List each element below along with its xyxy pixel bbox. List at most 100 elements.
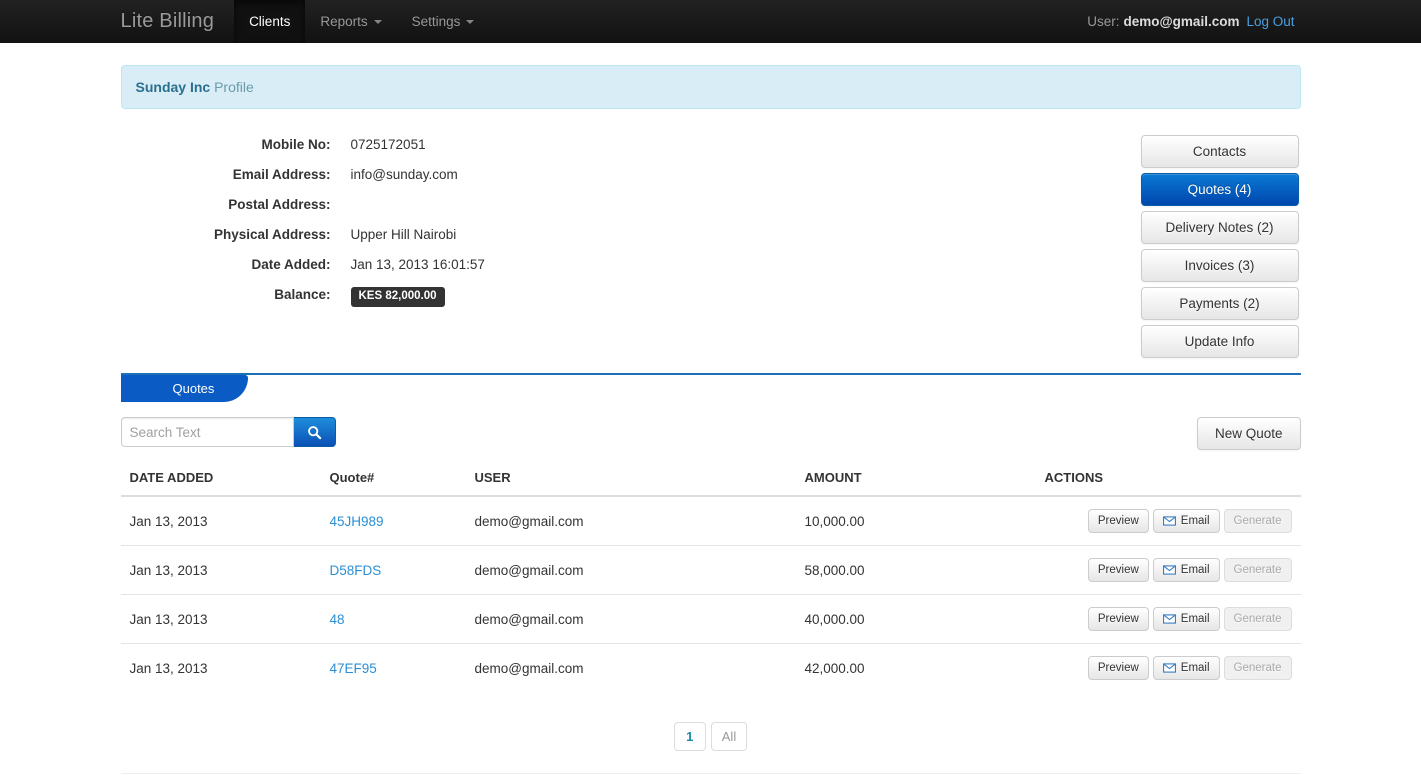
- quote-number-link[interactable]: 48: [330, 612, 345, 627]
- email-button[interactable]: Email: [1152, 607, 1220, 631]
- balance-badge: KES 82,000.00: [350, 287, 445, 307]
- search-input[interactable]: [120, 417, 294, 447]
- logout-link[interactable]: Log Out: [1246, 14, 1294, 29]
- search-icon: [307, 425, 321, 439]
- email-button-label: Email: [1180, 613, 1210, 625]
- page-item-1[interactable]: 1: [673, 722, 706, 751]
- client-name: Sunday Inc: [135, 79, 211, 95]
- page-container: Sunday Inc Profile Mobile No: 0725172051…: [120, 65, 1301, 775]
- generate-button[interactable]: Generate: [1223, 558, 1292, 582]
- app-brand[interactable]: Lite Billing: [121, 0, 235, 43]
- field-label: Postal Address:: [228, 197, 331, 212]
- field-label: Mobile No:: [261, 137, 331, 152]
- generate-button[interactable]: Generate: [1223, 509, 1292, 533]
- email-button-label: Email: [1180, 662, 1210, 674]
- chevron-down-icon: [466, 19, 475, 24]
- envelope-icon: [1162, 565, 1176, 575]
- side-button-contacts[interactable]: Contacts: [1140, 135, 1299, 168]
- table-body: Jan 13, 2013 45JH989 demo@gmail.com 10,0…: [120, 496, 1301, 692]
- chevron-down-icon: [373, 19, 382, 24]
- quote-number-link[interactable]: D58FDS: [330, 563, 382, 578]
- side-button-quotes[interactable]: Quotes (4): [1140, 173, 1299, 206]
- envelope-icon: [1162, 614, 1176, 624]
- new-quote-button[interactable]: New Quote: [1196, 417, 1301, 450]
- email-button[interactable]: Email: [1152, 558, 1220, 582]
- profile-field-mobile: Mobile No: 0725172051: [131, 135, 1021, 155]
- cell-date-added: Jan 13, 2013: [120, 643, 321, 692]
- field-value: info@sunday.com: [350, 167, 458, 182]
- profile-field-physical-address: Physical Address: Upper Hill Nairobi: [131, 225, 1021, 245]
- cell-amount: 58,000.00: [795, 545, 1036, 595]
- page-title-suffix: Profile: [214, 79, 254, 95]
- user-label: User:: [1087, 14, 1120, 29]
- quotes-table: DATE ADDED Quote# USER AMOUNT ACTIONS Ja…: [120, 462, 1301, 692]
- search-button[interactable]: [293, 417, 336, 447]
- preview-button[interactable]: Preview: [1087, 656, 1149, 680]
- field-label: Balance:: [274, 287, 331, 302]
- generate-button[interactable]: Generate: [1223, 607, 1292, 631]
- field-label: Email Address:: [232, 167, 331, 182]
- nav-item-settings[interactable]: Settings: [397, 0, 490, 43]
- row-actions: Preview Email Generate: [1045, 509, 1292, 533]
- table-row: Jan 13, 2013 47EF95 demo@gmail.com 42,00…: [120, 643, 1301, 692]
- quote-number-link[interactable]: 45JH989: [330, 514, 384, 529]
- field-label: Physical Address:: [213, 227, 331, 242]
- cell-user: demo@gmail.com: [474, 513, 584, 529]
- cell-amount: 40,000.00: [795, 594, 1036, 644]
- user-session-area: User: demo@gmail.com Log Out: [1087, 0, 1300, 43]
- row-actions: Preview Email Generate: [1045, 607, 1292, 631]
- nav-item-label: Settings: [411, 14, 461, 29]
- profile-field-email: Email Address: info@sunday.com: [131, 165, 1021, 185]
- profile-nav-buttons: Contacts Quotes (4) Delivery Notes (2) I…: [1140, 135, 1301, 363]
- nav-item-reports[interactable]: Reports: [305, 0, 396, 43]
- quote-number-link[interactable]: 47EF95: [330, 661, 377, 676]
- cell-date-added: Jan 13, 2013: [129, 513, 208, 529]
- table-header-row: DATE ADDED Quote# USER AMOUNT ACTIONS: [120, 462, 1301, 497]
- column-header-actions: ACTIONS: [1035, 462, 1301, 497]
- field-value: Jan 13, 2013 16:01:57: [350, 257, 485, 272]
- column-header-amount: AMOUNT: [795, 462, 1036, 497]
- preview-button[interactable]: Preview: [1087, 509, 1149, 533]
- tab-quotes[interactable]: Quotes: [120, 375, 249, 402]
- nav-item-label: Clients: [249, 14, 291, 29]
- tab-bar: Quotes: [120, 373, 1301, 402]
- email-button-label: Email: [1180, 564, 1210, 576]
- preview-button[interactable]: Preview: [1087, 607, 1149, 631]
- email-button[interactable]: Email: [1152, 509, 1220, 533]
- cell-amount: 42,000.00: [795, 643, 1036, 692]
- generate-button[interactable]: Generate: [1223, 656, 1292, 680]
- preview-button[interactable]: Preview: [1087, 558, 1149, 582]
- profile-field-date-added: Date Added: Jan 13, 2013 16:01:57: [131, 255, 1021, 275]
- nav-item-clients[interactable]: Clients: [234, 0, 306, 43]
- page-title: Sunday Inc Profile: [120, 65, 1301, 109]
- cell-date-added: Jan 13, 2013: [120, 545, 321, 595]
- field-value: Upper Hill Nairobi: [350, 227, 457, 242]
- table-header: DATE ADDED Quote# USER AMOUNT ACTIONS: [120, 462, 1301, 497]
- cell-user: demo@gmail.com: [465, 594, 796, 644]
- profile-section: Mobile No: 0725172051 Email Address: inf…: [121, 135, 1301, 363]
- row-actions: Preview Email Generate: [1045, 558, 1292, 582]
- side-button-update-info[interactable]: Update Info: [1140, 325, 1299, 358]
- table-row: Jan 13, 2013 48 demo@gmail.com 40,000.00…: [120, 594, 1301, 644]
- list-toolbar: New Quote: [120, 417, 1301, 450]
- email-button[interactable]: Email: [1152, 656, 1220, 680]
- cell-date-added: Jan 13, 2013: [120, 594, 321, 644]
- field-value: 0725172051: [350, 137, 426, 152]
- profile-field-postal-address: Postal Address:: [131, 195, 1021, 215]
- top-navbar: Lite Billing Clients Reports Settings Us…: [0, 0, 1421, 43]
- side-button-invoices[interactable]: Invoices (3): [1140, 249, 1299, 282]
- table-row: Jan 13, 2013 D58FDS demo@gmail.com 58,00…: [120, 545, 1301, 595]
- search-form: [120, 417, 336, 447]
- column-header-quote-number: Quote#: [320, 462, 466, 497]
- cell-amount: 10,000.00: [804, 513, 865, 529]
- profile-details-list: Mobile No: 0725172051 Email Address: inf…: [121, 135, 1021, 363]
- table-row: Jan 13, 2013 45JH989 demo@gmail.com 10,0…: [121, 496, 1301, 546]
- side-button-delivery-notes[interactable]: Delivery Notes (2): [1140, 211, 1299, 244]
- nav-item-label: Reports: [320, 14, 368, 29]
- nav-links: Clients Reports Settings: [234, 0, 489, 43]
- profile-field-balance: Balance: KES 82,000.00: [131, 285, 1021, 307]
- row-actions: Preview Email Generate: [1045, 656, 1292, 680]
- side-button-payments[interactable]: Payments (2): [1140, 287, 1299, 320]
- page-item-all[interactable]: All: [710, 722, 748, 751]
- envelope-icon: [1162, 663, 1176, 673]
